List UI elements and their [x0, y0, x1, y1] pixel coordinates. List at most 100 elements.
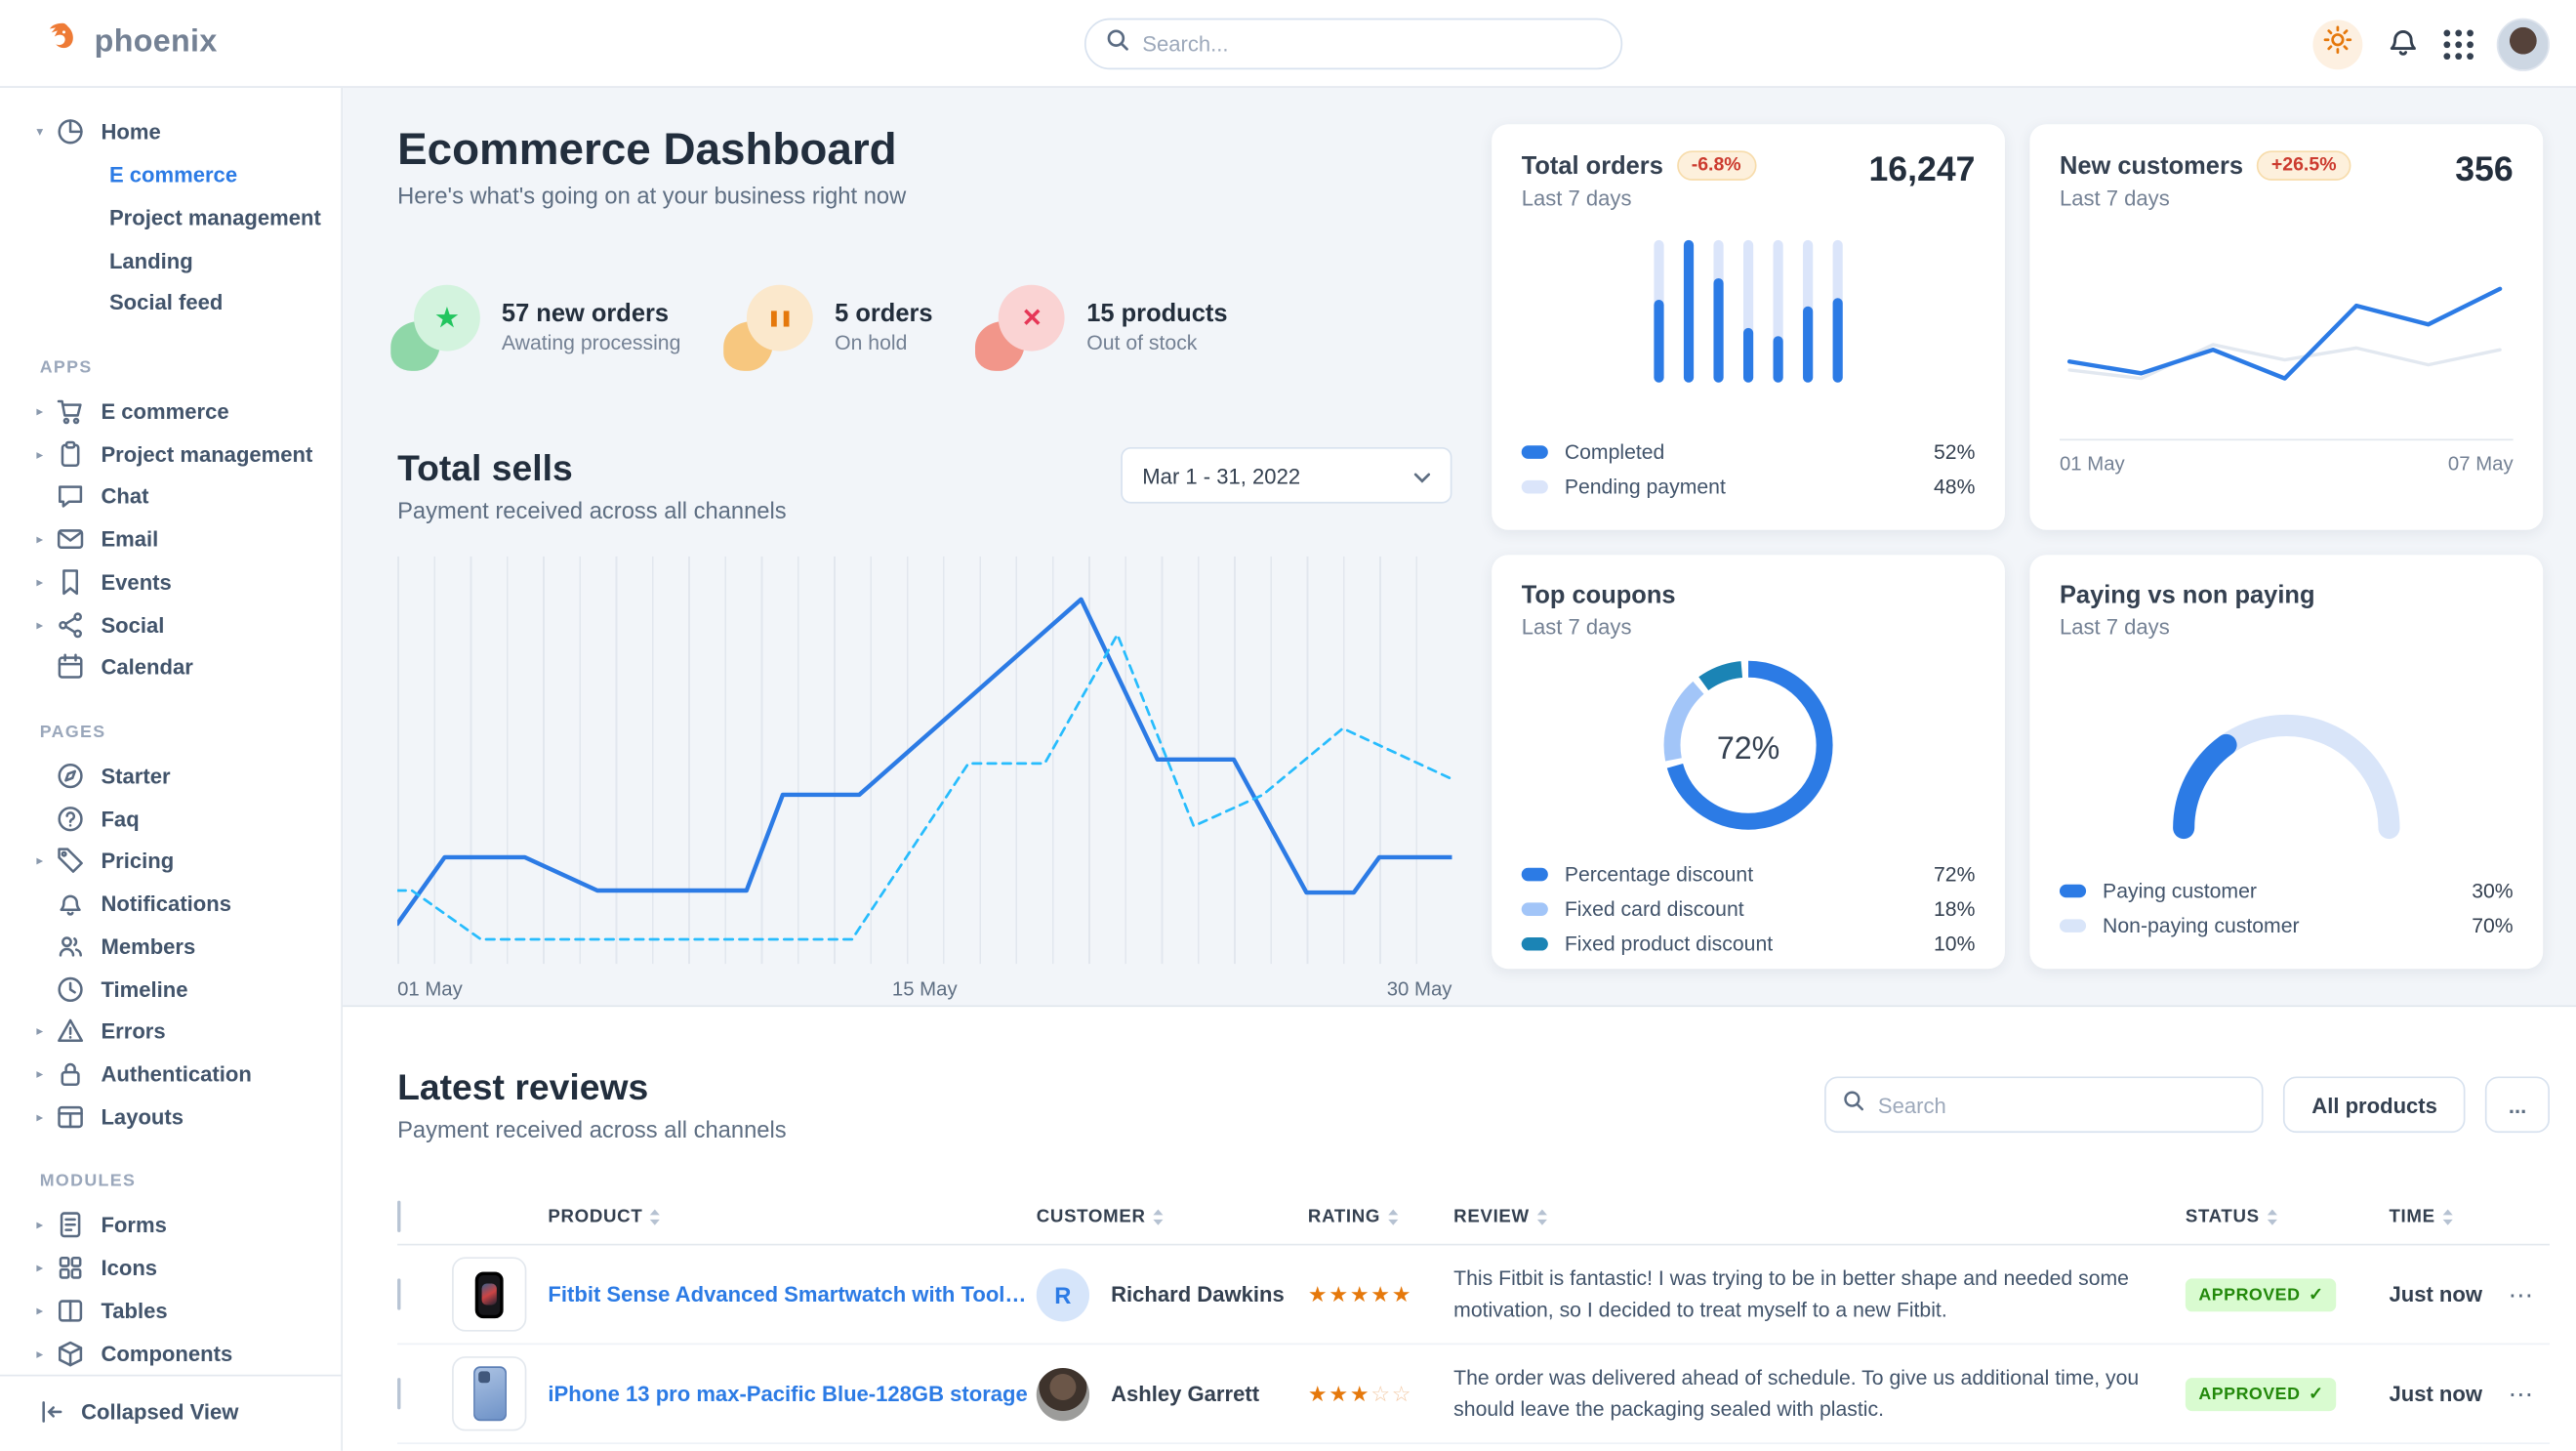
sort-icon[interactable] — [1387, 1208, 1399, 1224]
stat-out-of-stock: ✕15 productsOut of stock — [982, 285, 1227, 368]
sidebar-item-email[interactable]: ▸Email — [0, 518, 341, 560]
product-link[interactable]: Fitbit Sense Advanced Smartwatch with To… — [548, 1282, 1036, 1306]
kpi-cards: Total orders -6.8% Last 7 days 16,247 Co… — [1492, 124, 2543, 962]
product-cell: iPhone 13 pro max-Pacific Blue-128GB sto… — [452, 1356, 1037, 1430]
search-input[interactable] — [1142, 31, 1601, 56]
legend-label: Non-paying customer — [2103, 913, 2300, 936]
row-checkbox[interactable] — [397, 1377, 400, 1408]
total-orders-value: 16,247 — [1868, 150, 1975, 190]
product-link[interactable]: iPhone 13 pro max-Pacific Blue-128GB sto… — [548, 1382, 1027, 1406]
sidebar-item-social[interactable]: ▸Social — [0, 603, 341, 646]
select-all-checkbox[interactable] — [397, 1200, 400, 1231]
sidebar-item-chat[interactable]: Chat — [0, 476, 341, 518]
column-header-customer[interactable]: CUSTOMER — [1037, 1207, 1308, 1226]
sidebar-item-pricing[interactable]: ▸Pricing — [0, 840, 341, 883]
sidebar-item-label: Calendar — [101, 654, 192, 679]
customer-cell: RRichard Dawkins — [1037, 1267, 1308, 1320]
sidebar-item-authentication[interactable]: ▸Authentication — [0, 1053, 341, 1096]
sidebar-item-members[interactable]: Members — [0, 925, 341, 968]
global-search[interactable] — [1084, 19, 1622, 70]
sidebar-item-icons[interactable]: ▸Icons — [0, 1247, 341, 1290]
sidebar-item-landing[interactable]: Landing — [0, 239, 341, 282]
phoenix-dashboard: phoenix ▾HomeE commerceProject managemen… — [0, 0, 2576, 1451]
table-header-row: PRODUCT CUSTOMERRATINGREVIEWSTATUS TIME — [397, 1189, 2550, 1246]
share-icon — [57, 610, 85, 639]
reviews-search[interactable] — [1825, 1076, 2264, 1133]
paying-legend: Paying customer30%Non-paying customer70% — [2060, 873, 2514, 942]
more-options-button[interactable]: ... — [2485, 1076, 2550, 1133]
reviews-search-input[interactable] — [1878, 1093, 2246, 1117]
brand-logo[interactable]: phoenix — [0, 20, 218, 67]
legend-item-paying-customer: Paying customer30% — [2060, 873, 2514, 908]
search-icon — [1106, 28, 1129, 60]
sidebar-item-errors[interactable]: ▸Errors — [0, 1011, 341, 1054]
customer-avatar[interactable] — [1037, 1367, 1089, 1420]
reviews-title: Latest reviews — [397, 1066, 787, 1109]
order-bar-fill — [1833, 298, 1843, 383]
pause-icon: ❚❚ — [747, 285, 813, 352]
sort-icon[interactable] — [1536, 1208, 1548, 1224]
chevron-down-icon — [1413, 463, 1430, 487]
sidebar-item-components[interactable]: ▸Components — [0, 1332, 341, 1375]
caret-right-icon: ▸ — [36, 617, 56, 632]
column-header-status[interactable]: STATUS — [2186, 1207, 2390, 1226]
sidebar-item-starter[interactable]: Starter — [0, 755, 341, 798]
paying-gauge-chart — [2112, 662, 2460, 841]
row-menu-button[interactable]: ⋯ — [2492, 1379, 2550, 1409]
column-header-review[interactable]: REVIEW — [1453, 1207, 2186, 1226]
sort-icon[interactable] — [1152, 1208, 1164, 1224]
column-header-time[interactable]: TIME — [2389, 1207, 2491, 1226]
sidebar-item-tables[interactable]: ▸Tables — [0, 1289, 341, 1332]
legend-item-pending-payment: Pending payment48% — [1522, 469, 1976, 504]
legend-item-completed: Completed52% — [1522, 434, 1976, 469]
time-cell: Just now — [2389, 1382, 2491, 1406]
sidebar-item-layouts[interactable]: ▸Layouts — [0, 1096, 341, 1139]
column-label: TIME — [2389, 1207, 2434, 1226]
sidebar-item-e-commerce[interactable]: E commerce — [0, 153, 341, 196]
sidebar-item-label: Forms — [101, 1213, 166, 1237]
sidebar-item-notifications[interactable]: Notifications — [0, 883, 341, 926]
sidebar-item-home[interactable]: ▾Home — [0, 111, 341, 154]
sidebar-item-label: Events — [101, 569, 171, 594]
sidebar-item-social-feed[interactable]: Social feed — [0, 281, 341, 324]
collapse-icon — [40, 1399, 64, 1424]
page-title: Ecommerce Dashboard — [397, 124, 1452, 176]
sidebar-item-calendar[interactable]: Calendar — [0, 645, 341, 688]
review-text: The order was delivered ahead of schedul… — [1453, 1364, 2141, 1424]
legend-value: 30% — [2472, 879, 2513, 902]
columns-icon — [57, 1297, 85, 1325]
customer-avatar[interactable]: R — [1037, 1267, 1089, 1320]
sidebar-item-forms[interactable]: ▸Forms — [0, 1204, 341, 1247]
sidebar-item-label: Timeline — [101, 976, 187, 1001]
sidebar-item-project-management[interactable]: ▸Project management — [0, 433, 341, 476]
collapsed-view-label: Collapsed View — [81, 1399, 238, 1424]
order-bar-fill — [1654, 300, 1663, 383]
apps-grid-icon[interactable] — [2443, 29, 2474, 60]
sort-icon[interactable] — [2442, 1208, 2454, 1224]
row-menu-button[interactable]: ⋯ — [2492, 1279, 2550, 1309]
sidebar-item-timeline[interactable]: Timeline — [0, 968, 341, 1011]
row-checkbox[interactable] — [397, 1278, 400, 1309]
theme-toggle-button[interactable] — [2312, 20, 2362, 69]
column-label: PRODUCT — [548, 1207, 642, 1226]
sidebar-item-project-management[interactable]: Project management — [0, 196, 341, 239]
sidebar-item-events[interactable]: ▸Events — [0, 560, 341, 603]
sidebar-item-label: Pricing — [101, 849, 174, 873]
sidebar-item-label: Starter — [101, 764, 170, 788]
sort-icon[interactable] — [2267, 1208, 2278, 1224]
column-header-rating[interactable]: RATING — [1308, 1207, 1453, 1226]
collapsed-view-toggle[interactable]: Collapsed View — [0, 1375, 341, 1451]
user-avatar[interactable] — [2497, 18, 2550, 70]
date-range-select[interactable]: Mar 1 - 31, 2022 — [1121, 447, 1452, 504]
sidebar-item-faq[interactable]: Faq — [0, 797, 341, 840]
legend-value: 52% — [1934, 439, 1975, 463]
paying-vs-nonpaying-card: Paying vs non paying Last 7 days Paying … — [2029, 555, 2543, 969]
all-products-button[interactable]: All products — [2283, 1076, 2465, 1133]
sort-icon[interactable] — [649, 1208, 661, 1224]
column-header-product[interactable]: PRODUCT — [452, 1207, 1037, 1226]
notifications-bell-icon[interactable] — [2386, 22, 2421, 65]
stat-on-hold: ❚❚5 ordersOn hold — [730, 285, 932, 368]
column-label: STATUS — [2186, 1207, 2260, 1226]
sidebar-item-e-commerce[interactable]: ▸E commerce — [0, 391, 341, 434]
warning-icon — [57, 1017, 85, 1046]
